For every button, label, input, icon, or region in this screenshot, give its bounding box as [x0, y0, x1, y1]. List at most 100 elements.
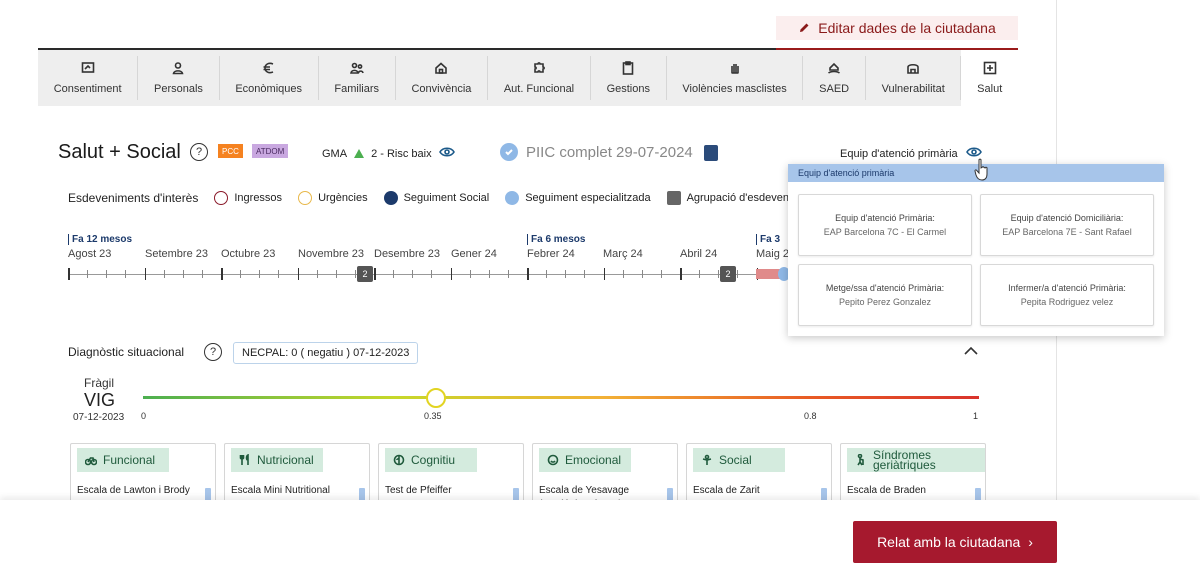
timeline-minor-tick — [316, 270, 318, 278]
timeline-minor-tick — [240, 270, 242, 278]
tab-violencies-masclistes[interactable]: Violències masclistes — [667, 50, 803, 106]
gma-label: GMA — [322, 147, 348, 160]
consent-icon — [81, 62, 94, 73]
pcc-badge: PCC — [218, 144, 243, 158]
relat-label: Relat amb la ciutadana — [877, 534, 1021, 550]
card-head-label: Nutricional — [257, 453, 314, 467]
equip-atencio-popup: Equip d'atenció primària Equip d'atenció… — [788, 164, 1164, 336]
edit-citizen-label: Editar dades de la ciutadana — [818, 20, 996, 36]
tab-personals[interactable]: Personals — [138, 50, 218, 106]
square-grey-icon — [666, 191, 681, 205]
house-hands-icon — [828, 62, 841, 74]
timeline-month: Maig 2 — [756, 248, 790, 260]
piic-text: PIIC complet 29-07-2024 — [526, 143, 693, 161]
event-group-count[interactable]: 2 — [720, 266, 736, 282]
popup-card-title: Equip d'atenció Domiciliària: — [1010, 213, 1124, 223]
tab-aut-funcional[interactable]: Aut. Funcional — [488, 50, 590, 106]
gma-value: 2 - Risc baix — [371, 147, 432, 160]
relat-ciutadana-button[interactable]: Relat amb la ciutadana › — [853, 521, 1057, 563]
timeline-minor-tick — [182, 270, 184, 278]
timeline-major-tick — [144, 268, 146, 280]
timeline-major-tick — [297, 268, 299, 280]
legend-seguiment-social: Seguiment Social — [383, 191, 489, 205]
card-body: Escala de Lawton i Brody — [77, 485, 190, 496]
home-icon — [435, 62, 448, 74]
tab-consentiment[interactable]: Consentiment — [38, 50, 137, 106]
timeline-minor-tick — [106, 270, 108, 278]
tab-convivencia[interactable]: Convivència — [396, 50, 487, 106]
popup-card-infermer: Infermer/a d'atenció Primària: Pepita Ro… — [980, 264, 1154, 326]
card-head-label: Cognitiu — [411, 453, 456, 467]
timeline-minor-tick — [488, 270, 490, 278]
timeline-major-tick — [603, 268, 605, 280]
tab-label: Personals — [154, 83, 203, 95]
timeline-minor-tick — [507, 270, 509, 278]
tab-label: Violències masclistes — [682, 83, 787, 95]
vig-value-knob — [425, 388, 446, 408]
diagnostic-title: Diagnòstic situacional — [68, 345, 185, 359]
popup-card-value: Pepita Rodriguez velez — [1020, 297, 1114, 307]
elder-icon — [857, 454, 864, 466]
timeline-major-tick — [450, 268, 452, 280]
hand-icon — [730, 64, 739, 74]
help-icon[interactable]: ? — [204, 343, 222, 361]
popup-card-title: Infermer/a d'atenció Primària: — [1008, 283, 1126, 293]
legend-label: Urgències — [318, 192, 368, 204]
tab-gestions[interactable]: Gestions — [591, 50, 666, 106]
timeline-ago-3: Fa 3 — [756, 234, 780, 245]
tab-label: SAED — [819, 83, 850, 95]
timeline-minor-tick — [622, 270, 624, 278]
equip-atencio-toggle[interactable]: Equip d'atenció primària — [840, 146, 982, 161]
card-head-label: Emocional — [565, 453, 622, 467]
timeline-minor-tick — [469, 270, 471, 278]
vig-scale-label: 1 — [973, 411, 979, 421]
legend-label: Ingressos — [234, 192, 283, 204]
popup-card-eap: Equip d'atenció Primària: EAP Barcelona … — [798, 194, 972, 256]
timeline-minor-tick — [335, 270, 337, 278]
gma-indicator: GMA 2 - Risc baix — [322, 146, 455, 161]
tab-saed[interactable]: SAED — [803, 50, 864, 106]
tab-vulnerabilitat[interactable]: Vulnerabilitat — [866, 50, 961, 106]
clipboard-icon — [622, 61, 634, 75]
timeline-ago-6: Fa 6 mesos — [527, 234, 585, 245]
tab-label: Salut — [977, 83, 1003, 95]
atdom-badge: ATDOM — [252, 144, 289, 158]
tab-salut[interactable]: Salut — [961, 50, 1018, 106]
tab-economiques[interactable]: Econòmiques — [220, 50, 318, 106]
popup-card-title: Metge/ssa d'atenció Primària: — [825, 283, 945, 293]
vig-name: VIG — [84, 390, 116, 410]
equip-label: Equip d'atenció primària — [840, 147, 958, 160]
chevron-up-icon[interactable] — [964, 346, 978, 356]
legend-ingressos: Ingressos — [214, 191, 282, 205]
timeline-ago-12: Fa 12 mesos — [68, 234, 132, 245]
vig-category: Fràgil — [84, 376, 115, 390]
timeline-month: Setembre 23 — [145, 248, 208, 260]
card-head: Funcional — [77, 448, 169, 472]
tab-label: Vulnerabilitat — [881, 83, 945, 95]
timeline-major-tick — [680, 268, 682, 280]
help-icon[interactable]: ? — [190, 143, 208, 161]
card-body: Escala de Zarit — [693, 485, 760, 496]
popup-card-value: Pepito Perez Gonzalez — [838, 297, 932, 307]
card-head: Nutricional — [231, 448, 323, 472]
vig-date: 07-12-2023 — [73, 412, 125, 423]
card-head: Social — [693, 448, 785, 472]
dot-navy-icon — [383, 191, 398, 205]
person-icon — [173, 62, 184, 75]
eye-icon[interactable] — [438, 146, 455, 161]
timeline-minor-tick — [565, 270, 567, 278]
dot-blue-icon — [505, 191, 520, 205]
chevron-right-icon: › — [1028, 534, 1033, 550]
legend-label: Seguiment especialitzada — [525, 192, 651, 204]
piic-status: PIIC complet 29-07-2024 — [500, 143, 693, 161]
timeline-month: Gener 24 — [451, 248, 497, 260]
tab-familiars[interactable]: Familiars — [319, 50, 395, 106]
document-download-icon[interactable] — [704, 145, 718, 161]
timeline-major-tick — [68, 268, 70, 280]
euro-icon — [263, 62, 273, 74]
edit-citizen-button[interactable]: Editar dades de la ciutadana — [776, 16, 1018, 40]
timeline-minor-tick — [393, 270, 395, 278]
events-legend: Esdeveniments d'interès Ingressos Urgènc… — [68, 191, 801, 205]
card-body: Test de Pfeiffer — [385, 485, 452, 496]
event-group-count[interactable]: 2 — [357, 266, 373, 282]
